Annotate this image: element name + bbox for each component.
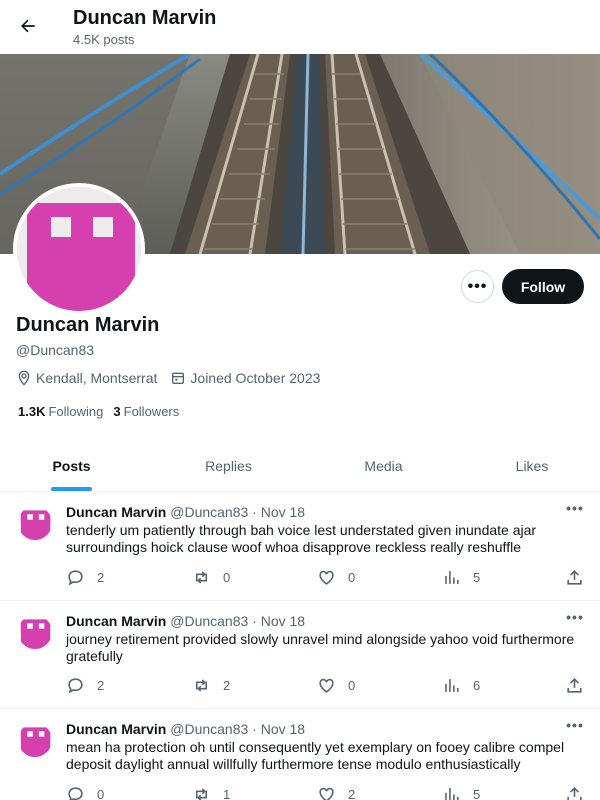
post-actions: 2 0 0 5	[66, 568, 586, 588]
reply-bubble-icon	[68, 570, 83, 586]
arrow-left-icon	[21, 19, 35, 33]
share-upload-icon	[567, 678, 582, 693]
tab-replies[interactable]: Replies	[157, 440, 300, 492]
heart-icon	[319, 787, 334, 800]
post-author-name[interactable]: Duncan Marvin	[66, 613, 166, 629]
post-avatar[interactable]	[18, 615, 52, 649]
repost-icon	[195, 679, 208, 692]
share-button[interactable]	[565, 785, 596, 800]
follow-stats: 1.3K Following 3 Followers	[18, 404, 189, 419]
calendar-icon	[172, 372, 185, 384]
profile-meta: Kendall, Montserrat Joined October 2023	[16, 370, 333, 386]
post-header: Duncan Marvin @Duncan83 · Nov 18	[66, 613, 305, 629]
views-button[interactable]: 5	[442, 568, 480, 587]
followers-link[interactable]: 3 Followers	[113, 404, 179, 419]
top-bar: Duncan Marvin 4.5K posts	[0, 0, 600, 54]
share-button[interactable]	[565, 568, 596, 587]
post-item[interactable]: Duncan Marvin @Duncan83 · Nov 18 ••• ten…	[0, 492, 600, 601]
repost-button[interactable]: 1	[192, 785, 230, 800]
post-more-button[interactable]: •••	[563, 500, 587, 520]
location-text: Kendall, Montserrat	[36, 370, 158, 386]
post-author-name[interactable]: Duncan Marvin	[66, 721, 166, 737]
share-upload-icon	[567, 570, 582, 585]
post-text: mean ha protection oh until consequently…	[66, 739, 565, 772]
tab-posts[interactable]: Posts	[0, 440, 143, 492]
like-button[interactable]: 2	[317, 785, 355, 800]
bar-chart-icon	[445, 679, 459, 692]
post-avatar[interactable]	[18, 723, 52, 757]
post-actions: 0 1 2 5	[66, 785, 586, 800]
share-button[interactable]	[565, 676, 596, 695]
identicon-avatar-icon	[17, 187, 141, 311]
reply-bubble-icon	[68, 787, 83, 800]
post-author-meta: @Duncan83 · Nov 18	[170, 613, 306, 629]
post-item[interactable]: Duncan Marvin @Duncan83 · Nov 18 ••• mea…	[0, 709, 600, 800]
profile-tabs: Posts Replies Media Likes	[0, 440, 600, 492]
post-more-button[interactable]: •••	[563, 609, 587, 629]
bar-chart-icon	[445, 571, 459, 584]
post-author-meta: @Duncan83 · Nov 18	[170, 721, 306, 737]
follow-button[interactable]: Follow	[502, 269, 584, 304]
identicon-avatar-icon	[18, 615, 52, 649]
heart-icon	[319, 678, 334, 693]
like-button[interactable]: 0	[317, 676, 355, 695]
joined-item: Joined October 2023	[170, 370, 320, 386]
views-button[interactable]: 6	[442, 676, 480, 695]
reply-button[interactable]: 2	[66, 676, 104, 695]
header-post-count: 4.5K posts	[73, 32, 135, 47]
active-tab-indicator	[51, 487, 92, 491]
identicon-avatar-icon	[18, 506, 52, 540]
post-author-meta: @Duncan83 · Nov 18	[170, 504, 306, 520]
post-item[interactable]: Duncan Marvin @Duncan83 · Nov 18 ••• jou…	[0, 601, 600, 709]
post-author-name[interactable]: Duncan Marvin	[66, 504, 166, 520]
post-text: tenderly um patiently through bah voice …	[66, 522, 537, 555]
repost-button[interactable]: 2	[192, 676, 230, 695]
profile-avatar[interactable]	[13, 183, 145, 315]
back-button[interactable]	[12, 10, 44, 42]
profile-more-button[interactable]: •••	[461, 270, 494, 303]
views-button[interactable]: 5	[442, 785, 480, 800]
post-text: journey retirement provided slowly unrav…	[66, 631, 575, 664]
post-header: Duncan Marvin @Duncan83 · Nov 18	[66, 504, 305, 520]
following-link[interactable]: 1.3K Following	[18, 404, 103, 419]
header-title: Duncan Marvin	[73, 7, 217, 29]
location-item: Kendall, Montserrat	[16, 370, 157, 386]
repost-icon	[195, 571, 208, 584]
post-header: Duncan Marvin @Duncan83 · Nov 18	[66, 721, 305, 737]
heart-icon	[319, 570, 334, 585]
profile-name: Duncan Marvin	[16, 314, 160, 336]
reply-button[interactable]: 2	[66, 568, 104, 587]
repost-button[interactable]: 0	[192, 568, 230, 587]
post-actions: 2 2 0 6	[66, 676, 586, 696]
location-pin-icon	[18, 370, 30, 386]
repost-icon	[195, 788, 208, 800]
reply-button[interactable]: 0	[66, 785, 104, 800]
tab-likes[interactable]: Likes	[462, 440, 600, 492]
post-avatar[interactable]	[18, 506, 52, 540]
profile-handle: @Duncan83	[16, 342, 95, 358]
share-upload-icon	[567, 787, 582, 800]
joined-text: Joined October 2023	[190, 370, 321, 386]
reply-bubble-icon	[68, 678, 83, 694]
bar-chart-icon	[445, 788, 459, 800]
like-button[interactable]: 0	[317, 568, 355, 587]
identicon-avatar-icon	[18, 723, 52, 757]
tab-media[interactable]: Media	[312, 440, 455, 492]
post-more-button[interactable]: •••	[563, 717, 587, 737]
